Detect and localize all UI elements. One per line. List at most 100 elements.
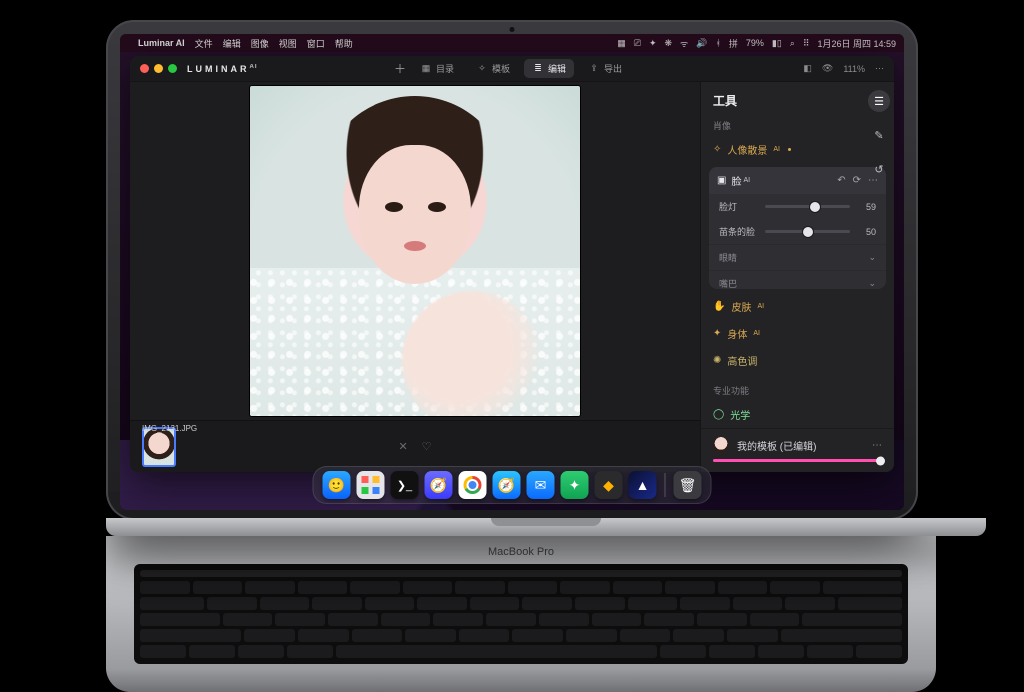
nav-templates[interactable]: ✧ 模板 (468, 59, 518, 78)
status-ime[interactable]: 拼 (729, 37, 738, 50)
status-icon[interactable]: ✦ (649, 38, 657, 49)
webcam (510, 27, 515, 32)
tool-body[interactable]: ✦ 身体 AI (701, 320, 894, 347)
window-controls (140, 64, 177, 73)
section-pro: 专业功能 (701, 380, 894, 401)
status-wifi-icon[interactable]: ᯤ (680, 37, 688, 50)
face-sub-eyes[interactable]: 眼睛 ⌄ (709, 244, 886, 270)
dock-mail[interactable]: ✉︎ (527, 471, 555, 499)
tool-highkey[interactable]: ✺ 高色调 (701, 347, 894, 374)
status-icon[interactable]: ⎚ (634, 38, 641, 49)
minimize-button[interactable] (154, 64, 163, 73)
favorite-button[interactable]: ♡ (422, 440, 432, 453)
macos-dock: 🙂 ❯_ 🧭 🧭 ✉︎ ✦ ◆ ▲ 🗑 (313, 466, 712, 504)
ai-badge: AI (757, 303, 764, 310)
tool-face-header[interactable]: ▣ 脸 AI ↶ ⟳ ⋯ (709, 167, 886, 194)
dock-luminar[interactable]: ▲ (629, 471, 657, 499)
laptop-hinge (106, 518, 986, 536)
nav-edit[interactable]: ≣ 编辑 (524, 59, 574, 78)
reset-icon[interactable]: ⟳ (853, 175, 861, 186)
preview-eye-icon[interactable]: 👁 (822, 63, 833, 74)
template-bar: 我的模板 (已编辑) ⋯ (701, 428, 894, 472)
nav-export[interactable]: ⇪ 导出 (580, 59, 630, 78)
dock-trash[interactable]: 🗑 (674, 471, 702, 499)
slider-slimface-track[interactable] (765, 230, 850, 233)
face-sub-eyes-label: 眼睛 (719, 251, 737, 264)
wand-icon: ✧ (476, 63, 488, 75)
desktop-wallpaper: LUMINARAI ＋ ▦ 目录 ✧ 模板 (120, 52, 904, 510)
menu-edit[interactable]: 编辑 (223, 37, 241, 50)
nav-catalog-label: 目录 (436, 62, 454, 75)
tool-face-panel: ▣ 脸 AI ↶ ⟳ ⋯ 脸 (709, 167, 886, 289)
chevron-down-icon: ⌄ (868, 278, 876, 289)
dock-terminal[interactable]: ❯_ (391, 471, 419, 499)
dock-app[interactable]: 🧭 (425, 471, 453, 499)
status-datetime[interactable]: 1月26日 周四 14:59 (817, 37, 896, 50)
close-button[interactable] (140, 64, 149, 73)
more-menu-icon[interactable]: ⋯ (875, 63, 884, 74)
status-bluetooth-icon[interactable]: ᚼ (715, 38, 720, 48)
nav-catalog[interactable]: ▦ 目录 (412, 59, 462, 78)
menu-help[interactable]: 帮助 (335, 37, 353, 50)
status-battery-icon[interactable]: ▮▯ (772, 38, 782, 49)
menu-file[interactable]: 文件 (195, 37, 213, 50)
dock-finder[interactable]: 🙂 (323, 471, 351, 499)
status-spotlight-icon[interactable]: ⌕ (790, 38, 795, 49)
compare-icon[interactable]: ◧ (803, 63, 812, 74)
status-volume-icon[interactable]: 🔊 (696, 38, 707, 49)
reject-button[interactable]: ✕ (398, 440, 407, 453)
brand-text: LUMINAR (187, 64, 250, 74)
slider-facelight-label: 脸灯 (719, 200, 757, 213)
dock-chrome[interactable] (459, 471, 487, 499)
undo-icon[interactable]: ↶ (837, 175, 845, 186)
export-icon: ⇪ (588, 63, 600, 75)
zoom-level[interactable]: 111% (843, 64, 865, 74)
display: Luminar AI 文件 编辑 图像 视图 窗口 帮助 ▦ ⎚ ✦ ❋ ᯤ 🔊… (120, 34, 904, 510)
status-wechat-icon[interactable]: ❋ (664, 38, 672, 49)
grid-icon: ▦ (420, 63, 432, 75)
filmstrip: IMG_2131.JPG ✕ ♡ (130, 420, 700, 472)
brush-tool-icon[interactable]: ✎ (868, 124, 890, 146)
skin-icon: ✋ (713, 301, 725, 312)
face-sub-mouth[interactable]: 嘴巴 ⌄ (709, 270, 886, 289)
template-thumb[interactable] (713, 437, 729, 453)
edit-tools-icon[interactable]: ☰ (868, 90, 890, 112)
screen-bezel: Luminar AI 文件 编辑 图像 视图 窗口 帮助 ▦ ⎚ ✦ ❋ ᯤ 🔊… (106, 20, 918, 520)
dock-sketch[interactable]: ◆ (595, 471, 623, 499)
add-photo-button[interactable]: ＋ (394, 60, 406, 77)
menu-image[interactable]: 图像 (251, 37, 269, 50)
template-menu-icon[interactable]: ⋯ (872, 440, 882, 451)
brand-suffix: AI (250, 64, 258, 70)
dock-safari[interactable]: 🧭 (493, 471, 521, 499)
nav-export-label: 导出 (604, 62, 622, 75)
menu-window[interactable]: 窗口 (307, 37, 325, 50)
canvas-area: IMG_2131.JPG ✕ ♡ (130, 82, 700, 472)
status-icon[interactable]: ▦ (617, 38, 626, 49)
history-icon[interactable]: ↺ (868, 158, 890, 180)
status-control-center-icon[interactable]: ⠿ (803, 38, 810, 49)
slider-slimface: 苗条的脸 50 (709, 219, 886, 244)
tool-body-label: 身体 (727, 326, 747, 341)
macos-menubar: Luminar AI 文件 编辑 图像 视图 窗口 帮助 ▦ ⎚ ✦ ❋ ᯤ 🔊… (120, 34, 904, 52)
status-battery[interactable]: 79% (746, 38, 764, 48)
dock-launchpad[interactable] (357, 471, 385, 499)
chevron-down-icon: ⌄ (868, 252, 876, 263)
filmstrip-filename: IMG_2131.JPG (142, 424, 197, 433)
slider-facelight-value: 59 (858, 202, 876, 212)
ai-badge: AI (743, 177, 750, 184)
menubar-app-name[interactable]: Luminar AI (138, 38, 185, 48)
bokeh-icon: ✧ (713, 144, 721, 155)
sliders-icon: ≣ (532, 63, 544, 75)
app-brand: LUMINARAI (187, 64, 258, 74)
slider-slimface-label: 苗条的脸 (719, 225, 757, 238)
dock-wechat[interactable]: ✦ (561, 471, 589, 499)
tool-skin[interactable]: ✋ 皮肤 AI (701, 293, 894, 320)
slider-facelight-track[interactable] (765, 205, 850, 208)
menu-view[interactable]: 视图 (279, 37, 297, 50)
tool-bokeh-label: 人像散景 (727, 142, 767, 157)
photo-canvas[interactable] (250, 86, 580, 416)
tool-optics[interactable]: ◯ 光学 (701, 401, 894, 428)
template-amount-slider[interactable] (713, 459, 882, 462)
top-nav: ＋ ▦ 目录 ✧ 模板 ≣ 编辑 (394, 59, 630, 78)
fullscreen-button[interactable] (168, 64, 177, 73)
